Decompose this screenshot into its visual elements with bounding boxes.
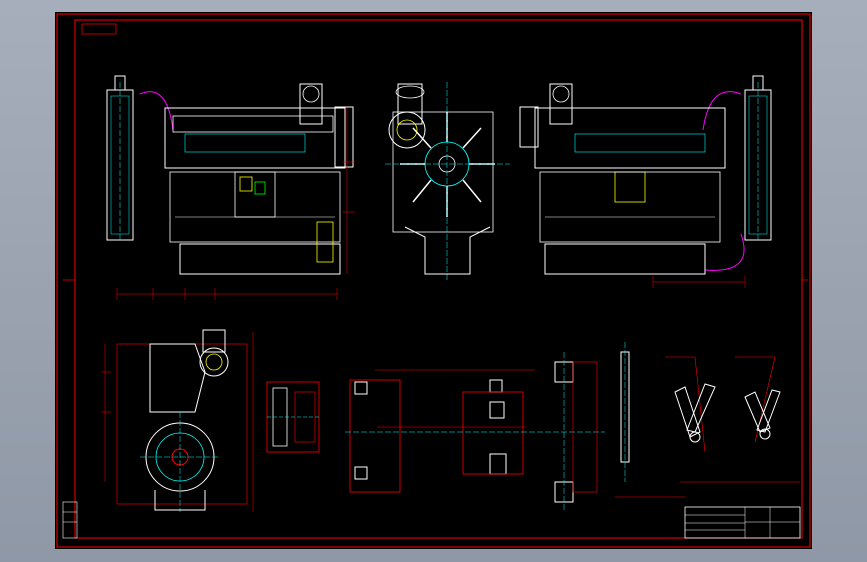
engine-right-side-view: [519, 75, 772, 288]
cad-viewport[interactable]: [0, 0, 867, 562]
engine-drawing-sheet: [56, 13, 811, 548]
radiator-detail-view: [266, 381, 320, 453]
engine-rear-view: [101, 329, 254, 512]
title-block: [684, 506, 801, 539]
stamp-box: [81, 23, 117, 35]
engine-front-view: [385, 82, 510, 282]
linkage-views: [665, 356, 800, 483]
drawing-canvas[interactable]: [55, 12, 812, 549]
engine-left-side-view: [106, 75, 355, 300]
mounting-plan-view: [345, 369, 605, 493]
bracket-views: [554, 342, 685, 512]
sheet-border-outer: [56, 13, 811, 548]
sheet-border-inner: [74, 19, 803, 539]
